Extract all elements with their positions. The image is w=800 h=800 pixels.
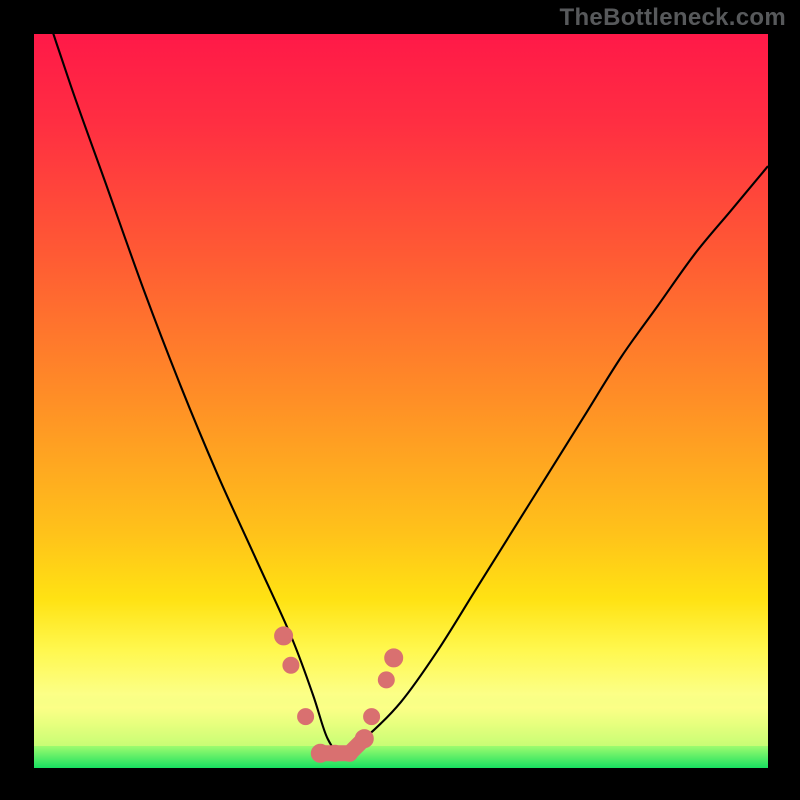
highlight-marker xyxy=(385,649,403,667)
highlight-marker xyxy=(378,672,394,688)
chart-frame: TheBottleneck.com xyxy=(0,0,800,800)
highlight-marker xyxy=(283,657,299,673)
bottleneck-curve-line xyxy=(34,34,768,753)
gradient-fade-band xyxy=(34,691,768,746)
highlight-marker xyxy=(275,627,293,645)
green-bottom-band xyxy=(34,746,768,768)
watermark-text: TheBottleneck.com xyxy=(560,4,786,32)
plot-area xyxy=(34,34,768,768)
curve-svg xyxy=(34,34,768,768)
